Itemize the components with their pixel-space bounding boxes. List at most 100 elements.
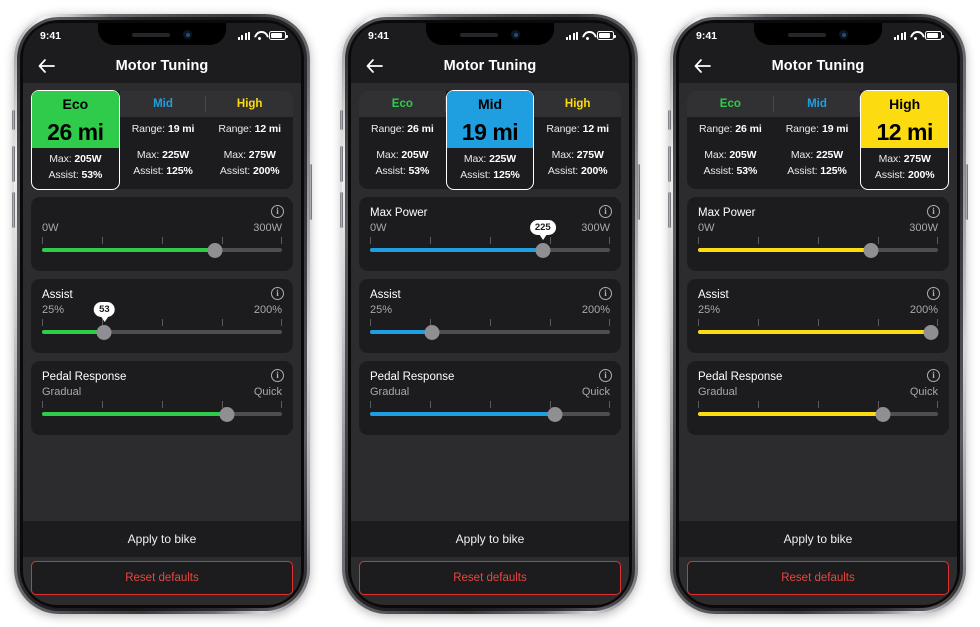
mode-range-eco: Range:26 mi	[32, 117, 119, 148]
mode-max-stat: Max: 205W	[32, 153, 119, 165]
max-prefix-label: Max:	[704, 149, 727, 161]
mode-option-eco[interactable]: Eco Range:26 mi Max: 205W Assist: 53%	[359, 90, 446, 189]
mode-option-high[interactable]: High Range:12 mi Max: 275W Assist: 200%	[860, 89, 950, 190]
volup-button[interactable]	[668, 145, 671, 182]
battery-icon	[597, 31, 616, 40]
back-button[interactable]	[685, 49, 719, 83]
slider-thumb[interactable]	[923, 324, 939, 340]
mode-option-high[interactable]: High Range:12 mi Max: 275W Assist: 200%	[206, 90, 294, 189]
status-bar-time: 9:41	[368, 29, 390, 42]
info-icon[interactable]: i	[271, 286, 284, 300]
assist-value: 125%	[493, 169, 520, 181]
reset-defaults-button[interactable]: Reset defaults	[359, 560, 621, 595]
slider-max-power[interactable]: 225	[370, 219, 610, 258]
apply-to-bike-button[interactable]: Apply to bike	[23, 520, 301, 557]
info-icon[interactable]: i	[927, 204, 940, 218]
info-icon[interactable]: i	[599, 368, 612, 382]
info-icon[interactable]: i	[599, 286, 612, 300]
apply-to-bike-button[interactable]: Apply to bike	[351, 520, 629, 557]
slider-max-power[interactable]	[698, 236, 938, 258]
mode-option-high[interactable]: High Range:12 mi Max: 275W Assist: 200%	[534, 90, 622, 189]
slider-assist[interactable]: 53	[42, 301, 282, 340]
mode-selector: EcoRange:26 miMax: 205WAssist: 53%MidRan…	[31, 89, 294, 190]
slider-thumb[interactable]	[207, 242, 223, 258]
mode-name-high: High	[861, 90, 949, 118]
voldn-button[interactable]	[668, 191, 671, 228]
info-icon[interactable]: i	[599, 204, 612, 218]
slider-max-label: 200%	[581, 303, 610, 316]
info-icon[interactable]: i	[927, 368, 940, 382]
slider-thumb[interactable]	[424, 324, 440, 340]
back-button[interactable]	[29, 49, 63, 83]
mode-name-label: Mid	[807, 97, 827, 110]
mode-assist-stat: Assist: 200%	[534, 165, 621, 177]
slider-thumb[interactable]	[863, 242, 879, 258]
assist-prefix-label: Assist:	[874, 169, 906, 181]
mode-option-eco[interactable]: Eco Range:26 mi Max: 205W Assist: 53%	[31, 89, 120, 190]
info-icon[interactable]: i	[927, 286, 940, 300]
power-button[interactable]	[637, 163, 640, 220]
mode-option-mid[interactable]: Mid Range:19 mi Max: 225W Assist: 125%	[773, 90, 861, 189]
info-icon[interactable]: i	[271, 204, 284, 218]
reset-defaults-button[interactable]: Reset defaults	[31, 560, 293, 595]
bottom-actions: Apply to bike Reset defaults	[351, 520, 629, 605]
mode-option-mid[interactable]: Mid Range:19 mi Max: 225W Assist: 125%	[119, 90, 207, 189]
apply-to-bike-button[interactable]: Apply to bike	[679, 520, 957, 557]
mute-button[interactable]	[668, 109, 671, 130]
assist-prefix-label: Assist:	[375, 165, 406, 177]
mode-assist-stat: Assist: 200%	[861, 169, 948, 181]
slider-cards: Max Power i 0W 300W 225 Assist i 25% 200% Pedal R…	[359, 196, 621, 435]
slider-fill	[42, 329, 105, 334]
mode-assist-stat: Assist: 125%	[120, 165, 207, 177]
slider-pedal-response[interactable]	[698, 400, 938, 422]
mute-button[interactable]	[12, 109, 15, 130]
slider-end-labels: 0W 300W	[698, 222, 938, 234]
power-button[interactable]	[309, 163, 312, 220]
slider-thumb[interactable]	[547, 406, 563, 422]
slider-cards: Max Power i 0W 300W Assist i 25% 200% Pedal Resp…	[687, 196, 949, 435]
max-prefix-label: Max:	[463, 153, 487, 165]
volup-button[interactable]	[12, 145, 15, 182]
mode-option-eco[interactable]: Eco Range:26 mi Max: 205W Assist: 53%	[687, 90, 774, 189]
slider-thumb[interactable]	[875, 406, 891, 422]
slider-card-max-power: Max Power i 0W 300W	[687, 196, 949, 271]
back-button[interactable]	[357, 49, 391, 83]
slider-thumb[interactable]	[219, 406, 235, 422]
volup-button[interactable]	[340, 145, 343, 182]
slider-thumb[interactable]	[96, 324, 112, 340]
screen-content: EcoRange:26 miMax: 205WAssist: 53%MidRan…	[351, 82, 629, 605]
slider-max-power[interactable]	[42, 236, 282, 258]
slider-assist[interactable]	[370, 318, 610, 340]
slider-ticks	[370, 236, 610, 244]
slider-pedal-response[interactable]	[42, 400, 282, 422]
phone-2: 9:41 Motor Tuning Eco Range: 26 mi Max: 205W A…	[340, 13, 640, 614]
max-prefix-label: Max:	[376, 149, 399, 161]
phone-screen: 9:41 Motor Tuning EcoRange:26 miMax: 205WA…	[351, 22, 629, 605]
slider-assist[interactable]	[698, 318, 939, 340]
power-button[interactable]	[965, 163, 968, 220]
wifi-icon	[254, 31, 265, 40]
reset-defaults-button[interactable]: Reset defaults	[687, 560, 949, 595]
page-title: Motor Tuning	[443, 57, 537, 74]
mode-assist-stat: Assist: 53%	[687, 165, 774, 177]
mode-range-mid: Range:19 mi	[120, 117, 207, 142]
bottom-actions: Apply to bike Reset defaults	[679, 520, 957, 605]
voldn-button[interactable]	[12, 191, 15, 228]
assist-prefix-label: Assist:	[219, 165, 251, 177]
max-value: 225W	[816, 149, 844, 161]
notch	[98, 22, 226, 45]
slider-card-max-power: i 0W 300W	[31, 196, 293, 271]
slider-cards: i 0W 300W Assist i 25% 200% 53 Pedal Response i Gr…	[31, 196, 293, 435]
voldn-button[interactable]	[340, 191, 343, 228]
slider-fill	[42, 247, 215, 252]
max-value: 275W	[903, 153, 931, 165]
mode-stats: Max: 275W Assist: 200%	[206, 142, 293, 189]
mute-button[interactable]	[340, 109, 343, 130]
mode-range-mid: Range:19 mi	[774, 117, 861, 142]
wifi-icon	[910, 31, 921, 40]
slider-thumb[interactable]	[535, 242, 551, 258]
mode-option-mid[interactable]: Mid Range:19 mi Max: 225W Assist: 125%	[445, 89, 535, 190]
info-icon[interactable]: i	[271, 368, 284, 382]
slider-pedal-response[interactable]	[370, 400, 610, 422]
